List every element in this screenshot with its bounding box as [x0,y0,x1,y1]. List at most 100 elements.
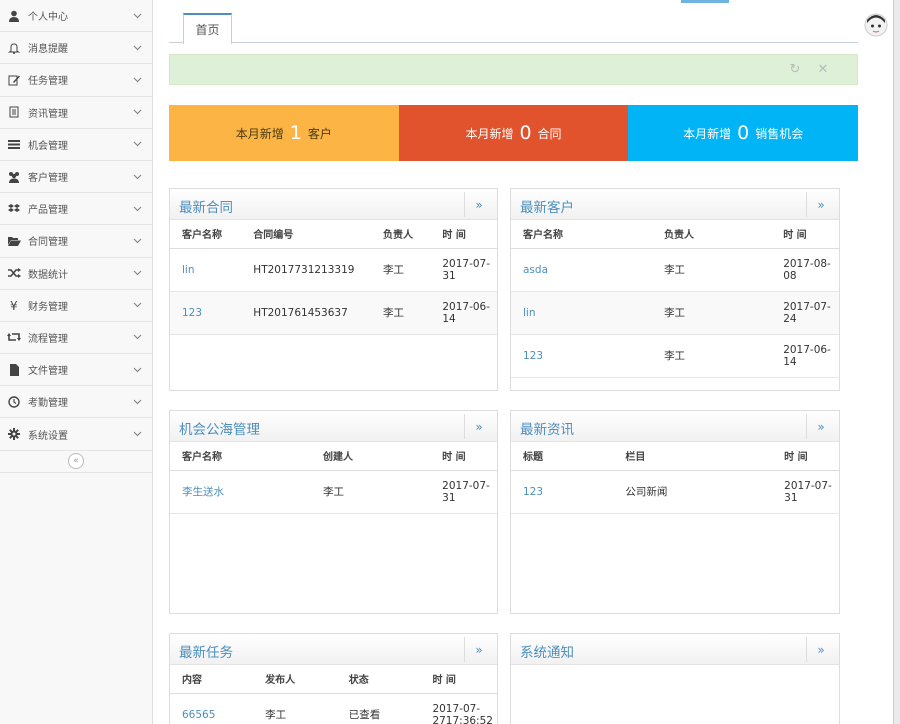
table-cell: 李工 [652,334,772,378]
chevron-down-icon [132,172,142,182]
panel-latest-news: 最新资讯 » 标题 栏目时 间 123 公司新闻 2017-07- 31 [510,410,840,614]
sidebar: 个人中心消息提醒 任务管理 资讯管理 机会管理客户管理产品管理合同管理数据统计 ¥ 财务管… [0,0,153,724]
window-scrollbar[interactable] [893,0,900,724]
sidebar-item[interactable]: 机会管理 [0,129,152,161]
column-header: 客户名称 [170,442,311,471]
column-header: 负责人 [371,220,431,249]
table-row: lin 李工 2017-07- 24 [511,291,839,335]
row-link[interactable]: lin [523,307,536,319]
document-icon [7,105,21,119]
refresh-icon[interactable]: ↻ [788,62,802,77]
row-link[interactable]: 李生送水 [182,486,224,498]
row-link[interactable]: 123 [523,486,543,498]
table-row: 66565 李工 已查看 2017-07- 2717:36:52 [170,693,497,724]
table-cell: 李工 [652,248,772,292]
sidebar-item[interactable]: 资讯管理 [0,97,152,129]
column-header: 客户名称 [511,220,653,249]
table-cell: 已查看 [336,693,421,724]
clock-icon [7,395,21,409]
column-header: 状态 [336,665,421,694]
sidebar-item[interactable]: 流程管理 [0,322,152,355]
panel-table: 客户名称 创建人时 间李生送水 李工 2017-07- 31 [170,442,497,514]
sidebar-collapse-button[interactable]: « [68,453,84,470]
sidebar-item[interactable]: 任务管理 [0,64,152,97]
table-cell: 2017-06- 14 [771,334,839,378]
chevron-down-icon [132,107,142,117]
tab-home[interactable]: 首页 [183,13,232,44]
panel-header: 最新客户 » [511,189,839,220]
column-header: 时 间 [420,665,497,694]
sidebar-menu: 个人中心消息提醒 任务管理 资讯管理 机会管理客户管理产品管理合同管理数据统计 ¥ 财务管… [0,0,152,451]
stat-value: 0 [519,122,532,144]
panel-title: 最新任务 [179,645,233,661]
sidebar-item-label: 客户管理 [28,173,68,185]
table-row: 李生送水 李工 2017-07- 31 [170,470,497,514]
more-button[interactable]: » [806,414,835,439]
panel-title: 机会公海管理 [179,422,260,438]
stat-value: 0 [737,122,750,144]
sidebar-item-label: 文件管理 [28,366,68,378]
row-link[interactable]: 66565 [182,709,215,721]
sidebar-item[interactable]: 合同管理 [0,225,152,258]
row-link[interactable]: 123 [182,307,202,319]
alert-bar: ↻ ✕ [169,54,858,85]
table-cell: 2017-07- 2717:36:52 [420,693,497,724]
row-link[interactable]: asda [523,264,548,276]
panel-header: 机会公海管理 » [170,411,497,442]
more-button[interactable]: » [464,192,493,217]
panel-title: 最新资讯 [520,422,574,438]
table-row: 123 李工 2017-06- 14 [511,334,839,378]
sidebar-item[interactable]: 个人中心 [0,0,152,33]
chevron-down-icon [132,75,142,85]
table-cell: 李工 [253,693,337,724]
table-cell: 2017-07- 31 [430,470,497,514]
column-header: 创建人 [310,442,431,471]
row-link[interactable]: lin [182,264,195,276]
column-header: 标题 [511,442,614,471]
stat-suffix: 销售机会 [755,126,804,141]
panel-title: 系统通知 [520,645,574,661]
table-cell: 123 [511,334,653,378]
more-button[interactable]: » [464,637,493,662]
table-cell: 2017-08- 08 [771,248,839,292]
sidebar-item-label: 个人中心 [28,12,68,24]
stat-new-customers: 本月新增 1 客户 [169,105,399,161]
panel-table: 客户名称 合同编号 负责人时 间 lin HT2017731213319 李工 2017-0… [170,220,497,335]
retweet-icon [7,330,21,344]
column-header: 发布人 [253,665,337,694]
table-cell: 66565 [170,693,254,724]
panel-header: 系统通知 » [511,634,839,665]
more-button[interactable]: » [464,414,493,439]
sidebar-item[interactable]: ¥ 财务管理 [0,290,152,322]
sidebar-item-label: 合同管理 [28,237,68,249]
more-button[interactable]: » [806,192,835,217]
sidebar-item[interactable]: 产品管理 [0,193,152,226]
edit-icon [7,73,21,87]
panel-latest-contracts: 最新合同 » 客户名称 合同编号 负责人时 间 lin HT2017731213319 李工 2… [169,188,498,391]
table-cell: HT201761453637 [241,291,371,335]
dropbox-icon [7,202,21,216]
close-icon[interactable]: ✕ [816,62,830,77]
chevron-down-icon [132,300,142,310]
stat-value: 1 [289,122,302,144]
panel-header: 最新合同 » [170,189,497,220]
table-row: lin HT2017731213319 李工 2017-07- 31 [170,248,497,292]
avatar[interactable] [864,12,888,38]
sidebar-item-label: 财务管理 [28,301,68,313]
sidebar-item-label: 系统设置 [28,430,68,442]
column-header: 客户名称 [170,220,242,249]
stats-row: 本月新增 1 客户 本月新增 0 合同 本月新增 0 销售机会 [169,105,859,161]
sidebar-item[interactable]: 消息提醒 [0,32,152,65]
chevron-down-icon [132,397,142,407]
table-cell: HT2017731213319 [241,248,371,292]
yen-icon: ¥ [7,298,21,312]
sidebar-item[interactable]: 数据统计 [0,258,152,290]
row-link[interactable]: 123 [523,350,543,362]
file-icon [7,363,21,377]
panel-opportunity-pool: 机会公海管理 » 客户名称 创建人时 间李生送水 李工 2017-07- 31 [169,410,498,614]
sidebar-item[interactable]: 系统设置 [0,418,152,451]
more-button[interactable]: » [806,637,835,662]
sidebar-item[interactable]: 文件管理 [0,354,152,387]
sidebar-item[interactable]: 考勤管理 [0,386,152,419]
sidebar-item[interactable]: 客户管理 [0,161,152,194]
